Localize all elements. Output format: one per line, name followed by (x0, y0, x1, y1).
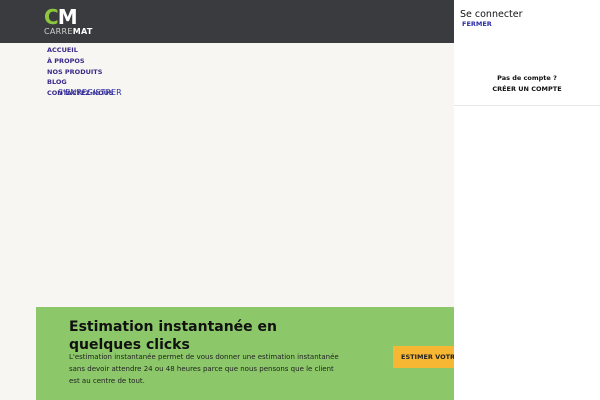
nav-item-a-propos[interactable]: À PROPOS (47, 56, 114, 67)
create-account-link[interactable]: CRÉER UN COMPTE (454, 85, 600, 93)
login-panel: Se connecter FERMER Pas de compte ? CRÉE… (454, 0, 600, 400)
logo-wordmark: CARREMAT (44, 27, 93, 36)
nav-item-accueil[interactable]: ACCUEIL (47, 45, 114, 56)
register-link[interactable]: S'ENREGISTRER (58, 88, 122, 97)
carremat-logo[interactable]: CM CARREMAT (44, 7, 98, 37)
site-header: CM CARREMAT (0, 0, 454, 43)
main-nav: ACCUEIL À PROPOS NOS PRODUITS BLOG CONTA… (47, 45, 122, 99)
nav-item-blog[interactable]: BLOG (47, 77, 114, 88)
estimation-banner: Estimation instantanée en quelques click… (36, 307, 454, 400)
close-panel-link[interactable]: FERMER (462, 20, 492, 28)
banner-text: L'estimation instantanée permet de vous … (69, 353, 339, 385)
banner-title: Estimation instantanée en quelques click… (69, 319, 278, 353)
no-account-label: Pas de compte ? (497, 74, 557, 82)
panel-divider (454, 105, 600, 106)
logo-mark: CM (44, 5, 78, 29)
estimate-button[interactable]: ESTIMER VOTRE (393, 346, 454, 368)
nav-item-nos-produits[interactable]: NOS PRODUITS (47, 67, 114, 78)
